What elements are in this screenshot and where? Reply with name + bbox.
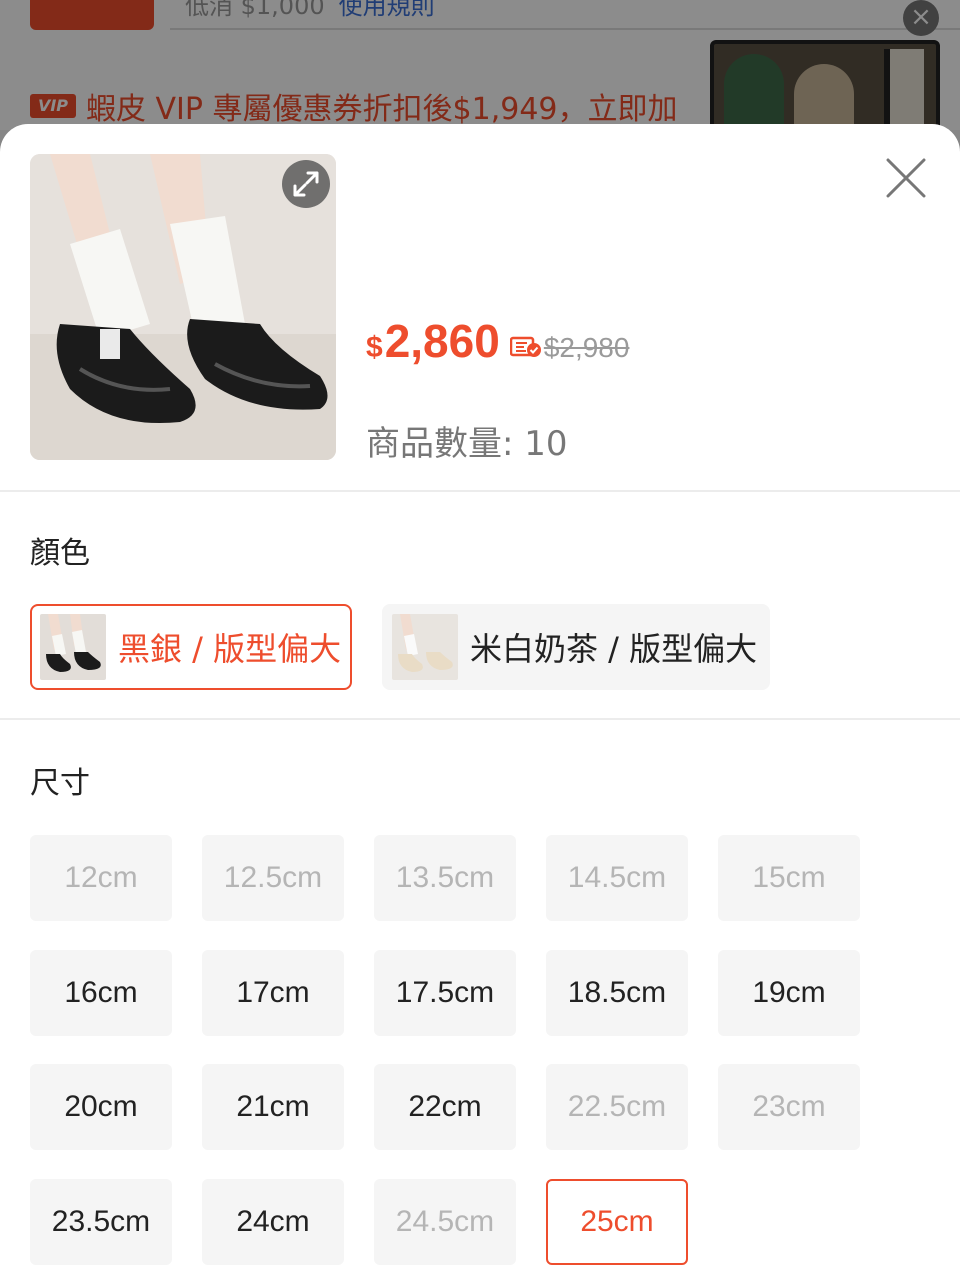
close-icon[interactable] xyxy=(884,156,928,200)
size-section-title: 尺寸 xyxy=(30,766,90,801)
size-option-23-5cm[interactable]: 23.5cm xyxy=(30,1179,172,1265)
color-option-thumbnail xyxy=(392,614,458,680)
color-option-thumbnail xyxy=(40,614,106,680)
color-option-black-silver[interactable]: 黑銀 / 版型偏大 xyxy=(30,604,352,690)
size-option-20cm[interactable]: 20cm xyxy=(30,1064,172,1150)
stock-quantity: 商品數量: 10 xyxy=(366,424,568,464)
size-option-25cm[interactable]: 25cm xyxy=(546,1179,688,1265)
color-option-label: 米白奶茶 / 版型偏大 xyxy=(470,630,758,668)
coupon-check-icon xyxy=(509,336,541,357)
current-price: 2,860 xyxy=(384,315,500,367)
price-currency: $ xyxy=(366,331,383,364)
size-option-16cm[interactable]: 16cm xyxy=(30,950,172,1036)
size-option-13-5cm: 13.5cm xyxy=(374,835,516,921)
original-price: $2,980 xyxy=(543,332,630,363)
size-option-18-5cm[interactable]: 18.5cm xyxy=(546,950,688,1036)
color-section-title: 顏色 xyxy=(30,536,90,571)
expand-image-button[interactable] xyxy=(282,160,330,208)
size-option-17-5cm[interactable]: 17.5cm xyxy=(374,950,516,1036)
size-option-23cm: 23cm xyxy=(718,1064,860,1150)
divider xyxy=(0,490,960,492)
size-option-12cm: 12cm xyxy=(30,835,172,921)
size-option-12-5cm: 12.5cm xyxy=(202,835,344,921)
divider xyxy=(0,718,960,720)
color-option-label: 黑銀 / 版型偏大 xyxy=(118,630,342,668)
expand-icon xyxy=(293,171,319,197)
product-image[interactable] xyxy=(30,154,336,460)
variant-bottom-sheet: $ 2,860 $2,980 商品數量: 10 顏色 黑銀 / 版型偏大 米白奶… xyxy=(0,124,960,1280)
size-option-15cm: 15cm xyxy=(718,835,860,921)
color-option-cream-milk-tea[interactable]: 米白奶茶 / 版型偏大 xyxy=(382,604,770,690)
price-row: $ 2,860 $2,980 xyxy=(366,314,629,368)
size-option-22cm[interactable]: 22cm xyxy=(374,1064,516,1150)
size-option-17cm[interactable]: 17cm xyxy=(202,950,344,1036)
size-option-22-5cm: 22.5cm xyxy=(546,1064,688,1150)
size-option-19cm[interactable]: 19cm xyxy=(718,950,860,1036)
size-option-21cm[interactable]: 21cm xyxy=(202,1064,344,1150)
size-option-14-5cm: 14.5cm xyxy=(546,835,688,921)
size-option-24cm[interactable]: 24cm xyxy=(202,1179,344,1265)
size-option-24-5cm: 24.5cm xyxy=(374,1179,516,1265)
